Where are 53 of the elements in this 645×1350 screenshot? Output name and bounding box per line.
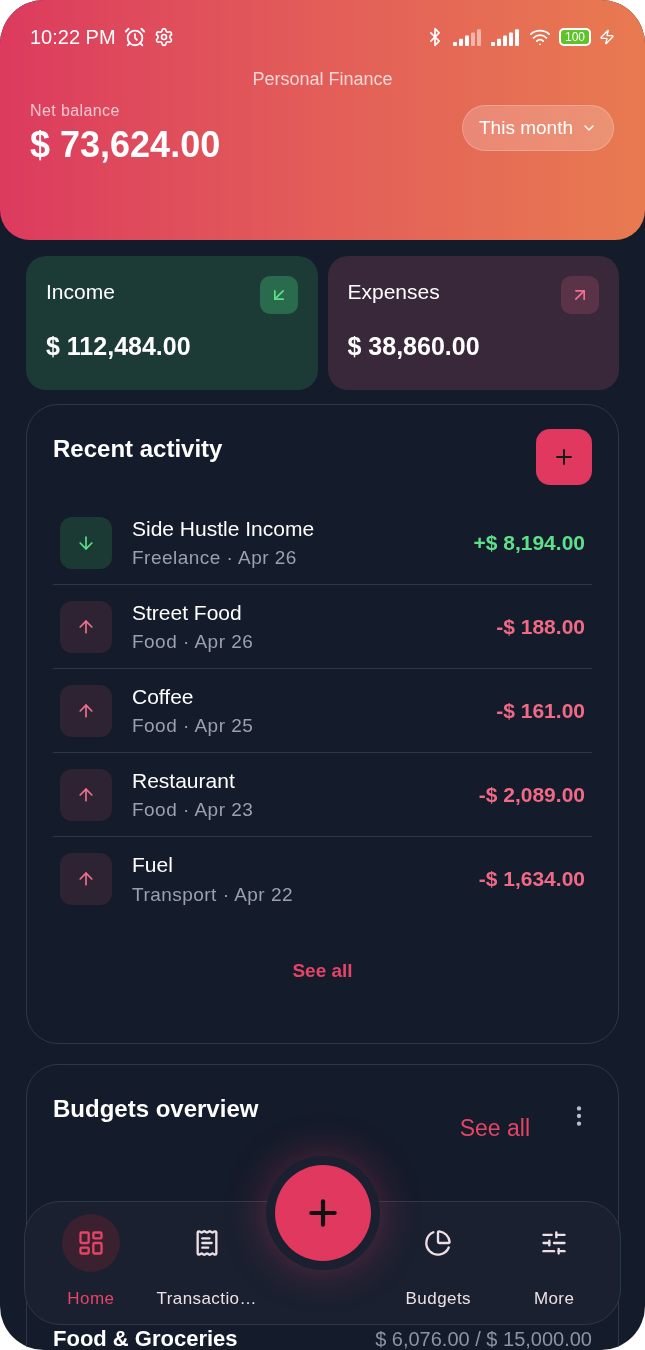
nav-tab[interactable]: Transactio… bbox=[148, 1214, 265, 1312]
transaction-name: Street Food bbox=[132, 599, 243, 626]
transaction-meta: Food · Apr 23 bbox=[132, 798, 255, 822]
transaction-amount: -$ 2,089.00 bbox=[478, 781, 585, 808]
alarm-icon bbox=[123, 26, 146, 48]
nav-tab[interactable]: More bbox=[496, 1214, 612, 1312]
budget-amount: $ 6,076.00 / $ 15,000.00 bbox=[375, 1326, 592, 1350]
budget-name: Food & Groceries bbox=[53, 1324, 238, 1350]
transaction-meta: Food · Apr 26 bbox=[132, 630, 255, 654]
arrow-up-icon bbox=[60, 684, 112, 737]
section-title: Recent activity bbox=[53, 434, 223, 464]
settings-icon bbox=[153, 27, 174, 47]
arrow-up-icon bbox=[60, 853, 112, 905]
transaction-amount: -$ 188.00 bbox=[496, 613, 585, 640]
transaction-row[interactable]: Restaurant Food · Apr 23 -$ 2,089.00 bbox=[53, 753, 592, 837]
card-amount: $ 38,860.00 bbox=[347, 331, 481, 362]
transaction-row[interactable]: Side Hustle Income Freelance · Apr 26 +$ 8,194.00 bbox=[53, 501, 592, 585]
status-time: 10:22 PM bbox=[30, 25, 116, 50]
signal-icon bbox=[490, 28, 521, 46]
transaction-name: Fuel bbox=[132, 852, 174, 878]
arrow-down-left-icon bbox=[259, 276, 298, 314]
nav-tab[interactable]: Home bbox=[33, 1214, 149, 1312]
see-all-link[interactable]: See all bbox=[459, 1111, 530, 1146]
battery-icon: 100 bbox=[558, 28, 591, 46]
add-button[interactable] bbox=[536, 429, 592, 485]
arrow-down-icon bbox=[60, 516, 112, 569]
balance-amount: $ 73,624.00 bbox=[30, 123, 221, 167]
transaction-amount: -$ 1,634.00 bbox=[478, 866, 585, 893]
transaction-row[interactable]: Street Food Food · Apr 26 -$ 188.00 bbox=[53, 585, 592, 669]
see-all-link[interactable]: See all bbox=[292, 957, 353, 986]
transaction-amount: +$ 8,194.00 bbox=[473, 529, 585, 556]
transaction-meta: Freelance · Apr 26 bbox=[132, 546, 298, 570]
transaction-name: Side Hustle Income bbox=[132, 515, 316, 542]
card-label: Income bbox=[46, 279, 115, 305]
arrow-up-right-icon bbox=[561, 276, 599, 314]
transaction-row[interactable]: Fuel Transport · Apr 22 -$ 1,634.00 bbox=[53, 837, 592, 921]
add-fab[interactable] bbox=[275, 1165, 371, 1261]
transaction-name: Coffee bbox=[132, 683, 195, 710]
nav-tab[interactable]: Budgets bbox=[380, 1214, 497, 1312]
card-label: Expenses bbox=[347, 279, 440, 305]
balance-label: Net balance bbox=[30, 101, 121, 121]
app-title: Personal Finance bbox=[251, 68, 394, 91]
charging-icon bbox=[599, 29, 615, 45]
card-amount: $ 112,484.00 bbox=[46, 331, 192, 362]
transaction-row[interactable]: Coffee Food · Apr 25 -$ 161.00 bbox=[53, 669, 592, 753]
arrow-up-icon bbox=[60, 600, 112, 653]
transaction-meta: Transport · Apr 22 bbox=[132, 882, 294, 907]
transaction-amount: -$ 161.00 bbox=[496, 697, 585, 724]
arrow-up-icon bbox=[60, 768, 112, 821]
transaction-meta: Food · Apr 25 bbox=[132, 714, 255, 738]
section-title: Budgets overview bbox=[53, 1094, 260, 1124]
signal-icon bbox=[452, 28, 483, 46]
transaction-name: Restaurant bbox=[132, 767, 236, 794]
